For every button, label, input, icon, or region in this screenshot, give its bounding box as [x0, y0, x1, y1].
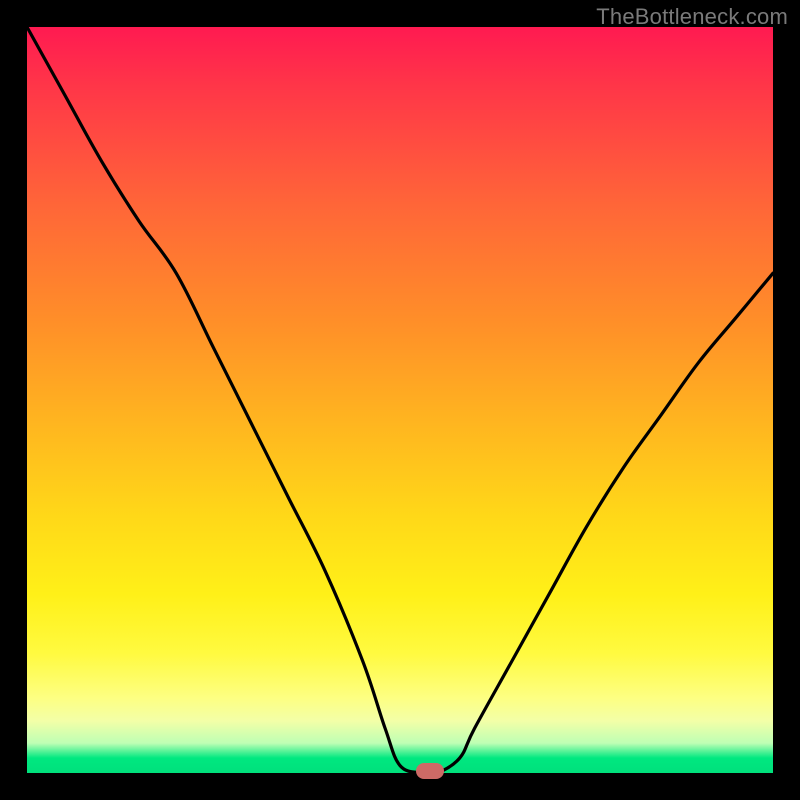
optimal-marker: [416, 763, 444, 779]
chart-frame: TheBottleneck.com: [0, 0, 800, 800]
watermark-text: TheBottleneck.com: [596, 4, 788, 30]
plot-area: [27, 27, 773, 773]
bottleneck-curve: [27, 27, 773, 773]
